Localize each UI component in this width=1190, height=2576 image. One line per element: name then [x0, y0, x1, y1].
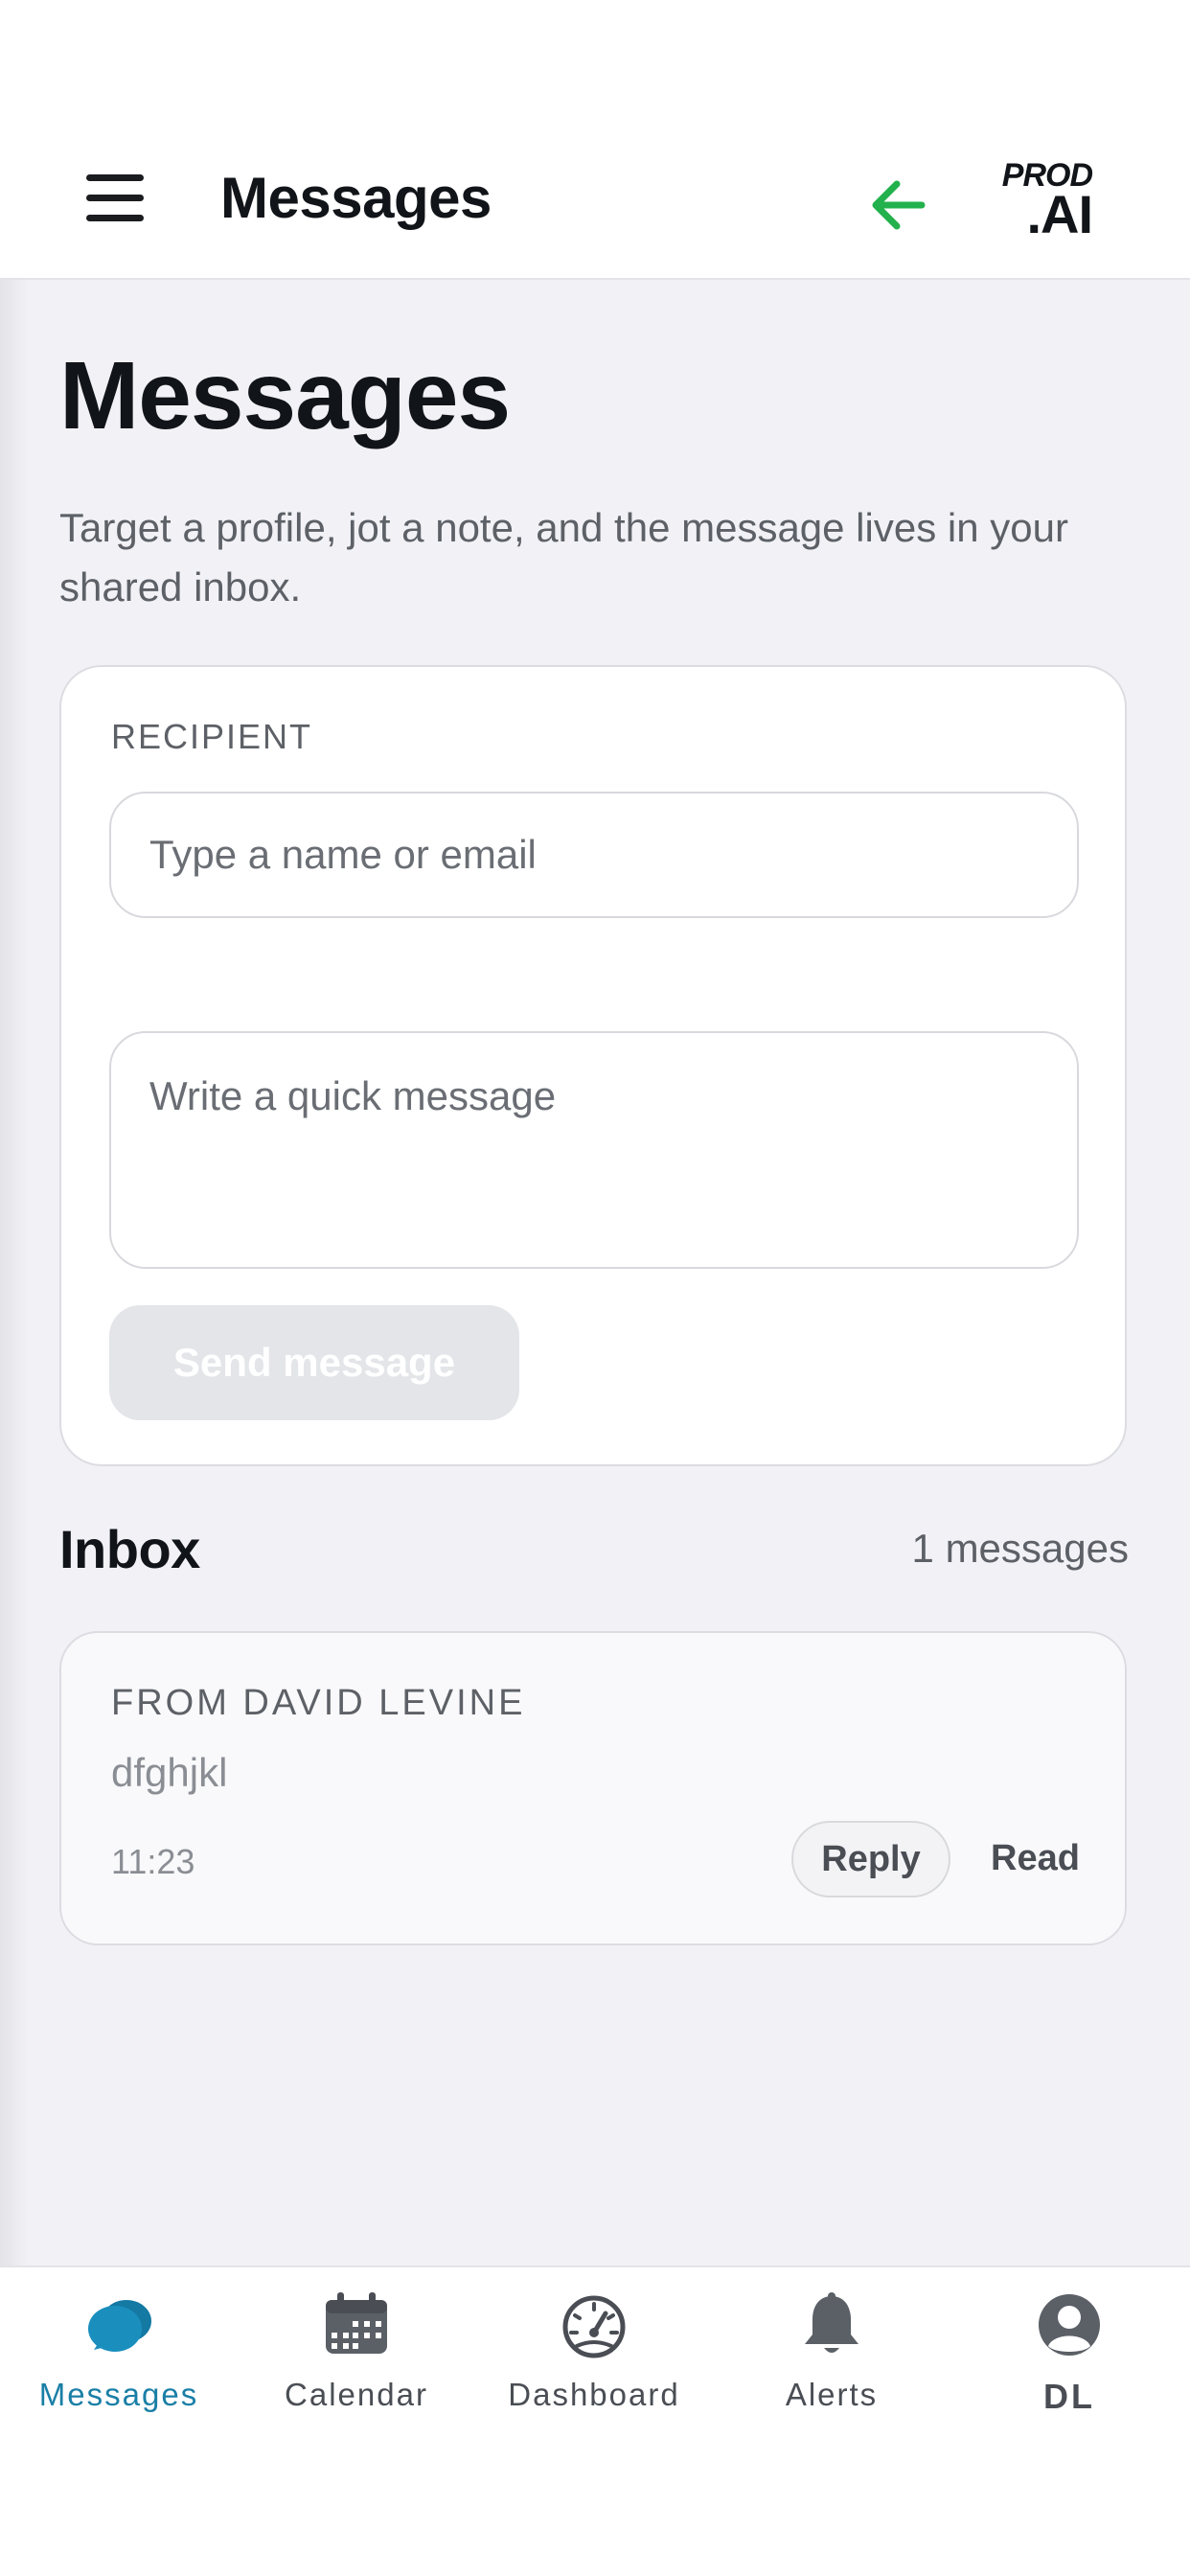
bell-icon — [805, 2292, 858, 2353]
logo-line2: .AI — [1026, 184, 1093, 244]
read-button[interactable]: Read — [991, 1838, 1080, 1879]
message-time: 11:23 — [111, 1842, 195, 1881]
tab-profile[interactable]: DL — [950, 2267, 1188, 2446]
page-title: Messages — [59, 342, 511, 449]
message-placeholder: Write a quick message — [149, 1073, 557, 1118]
back-button[interactable] — [862, 169, 935, 242]
tab-messages[interactable]: Messages — [0, 2267, 238, 2446]
calendar-icon — [326, 2292, 387, 2354]
top-bar: Messages PROD .AI — [0, 111, 1190, 280]
tab-label: Messages — [38, 2377, 199, 2412]
header-title: Messages — [220, 166, 492, 230]
tab-dashboard[interactable]: Dashboard — [475, 2267, 713, 2446]
recipient-placeholder: Type a name or email — [149, 832, 537, 877]
compose-card: RECIPIENT Type a name or email Write a q… — [59, 665, 1127, 1466]
chat-bubbles-icon — [88, 2300, 151, 2352]
message-sender: FROM DAVID LEVINE — [111, 1683, 526, 1723]
page-subtitle: Target a profile, jot a note, and the me… — [59, 505, 1068, 610]
reply-button[interactable]: Reply — [791, 1821, 950, 1898]
tab-alerts[interactable]: Alerts — [713, 2267, 950, 2446]
app-screen: Messages PROD .AI Messages Target a prof… — [0, 111, 1190, 2446]
user-avatar-icon — [1039, 2294, 1100, 2356]
menu-button[interactable] — [79, 171, 151, 224]
tab-label: DL — [1043, 2377, 1095, 2416]
tab-label: Alerts — [785, 2377, 879, 2412]
tab-label: Calendar — [285, 2377, 428, 2412]
message-card[interactable]: FROM DAVID LEVINE dfghjkl 11:23 Reply Re… — [59, 1631, 1127, 1945]
inbox-count: 1 messages — [911, 1526, 1129, 1571]
message-textarea[interactable]: Write a quick message — [109, 1031, 1079, 1269]
bottom-tab-bar: Messages Calendar Dashboard Alerts DL — [0, 2266, 1190, 2446]
recipient-input[interactable]: Type a name or email — [109, 792, 1079, 918]
edge-shadow — [0, 111, 29, 2446]
inbox-title: Inbox — [59, 1519, 200, 1579]
tab-label: Dashboard — [508, 2377, 680, 2412]
tab-calendar[interactable]: Calendar — [238, 2267, 475, 2446]
recipient-label: RECIPIENT — [111, 717, 313, 756]
arrow-left-icon — [872, 180, 926, 230]
speedometer-icon — [562, 2295, 626, 2358]
hamburger-icon — [86, 174, 144, 181]
message-body: dfghjkl — [111, 1750, 228, 1795]
brand-logo: PROD .AI — [1002, 159, 1093, 245]
send-message-button[interactable]: Send message — [109, 1305, 519, 1420]
